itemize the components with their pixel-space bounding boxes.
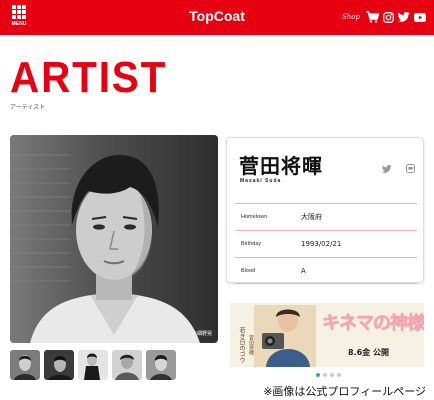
profile-value: A (301, 266, 306, 275)
profile-value: 1993/02/21 (301, 240, 342, 248)
banner-movie-title: キネマの神様 (322, 313, 424, 334)
instagram-icon[interactable] (383, 11, 394, 23)
carousel-dot[interactable] (330, 373, 334, 377)
carousel-dots (316, 373, 344, 377)
twitter-icon[interactable] (398, 12, 410, 22)
line-icon[interactable] (406, 158, 415, 177)
youtube-icon[interactable] (414, 12, 426, 22)
profile-table: Hometown 大阪府 Birthday 1993/02/21 Blood A (235, 203, 417, 284)
profile-card: 菅田将暉 Masaki Suda Hometown 大阪府 Birthday 1… (226, 137, 424, 284)
profile-key: Birthday (241, 241, 262, 247)
header-icons: Shop (342, 8, 426, 26)
thumbnail-strip (10, 350, 180, 380)
carousel-dot[interactable] (323, 373, 327, 377)
artist-name-en: Masaki Suda (240, 178, 282, 184)
thumbnail-3[interactable] (78, 350, 108, 380)
banner-actor-name: 菅田将暉 (248, 335, 254, 355)
photo-credit: ©細野晃 (191, 331, 212, 337)
carousel-dot[interactable] (337, 373, 341, 377)
cart-icon[interactable] (366, 11, 379, 23)
profile-key: Blood (241, 267, 256, 274)
profile-social-icons (368, 158, 415, 177)
artist-name-jp: 菅田将暉 (239, 154, 323, 178)
thumbnail-4[interactable] (112, 350, 142, 380)
page-subtitle: アーティスト (10, 104, 46, 111)
carousel-dot[interactable] (316, 373, 320, 377)
banner-role-name: 若き日のゴウ (238, 327, 245, 363)
profile-row-hometown: Hometown 大阪府 (235, 203, 417, 230)
thumbnail-1[interactable] (10, 350, 40, 380)
image-caption: ※画像は公式プロフィールページ (263, 385, 426, 398)
movie-banner[interactable]: 若き日のゴウ 菅田将暉 キネマの神様 8.6金 公開 (230, 303, 424, 367)
twitter-icon[interactable] (381, 158, 392, 177)
thumbnail-5[interactable] (146, 350, 176, 380)
top-bar: MENU TopCoat Shop (0, 0, 434, 35)
artist-photo: ©細野晃 (10, 135, 218, 343)
thumbnail-2[interactable] (44, 350, 74, 380)
page-title: ARTIST (10, 53, 168, 102)
profile-row-birthday: Birthday 1993/02/21 (235, 230, 417, 257)
profile-key: Hometown (241, 214, 268, 220)
shop-logo[interactable]: Shop (342, 13, 360, 21)
profile-row-blood: Blood A (235, 257, 417, 284)
profile-value: 大阪府 (301, 213, 322, 221)
banner-release-date: 8.6金 公開 (348, 348, 389, 357)
